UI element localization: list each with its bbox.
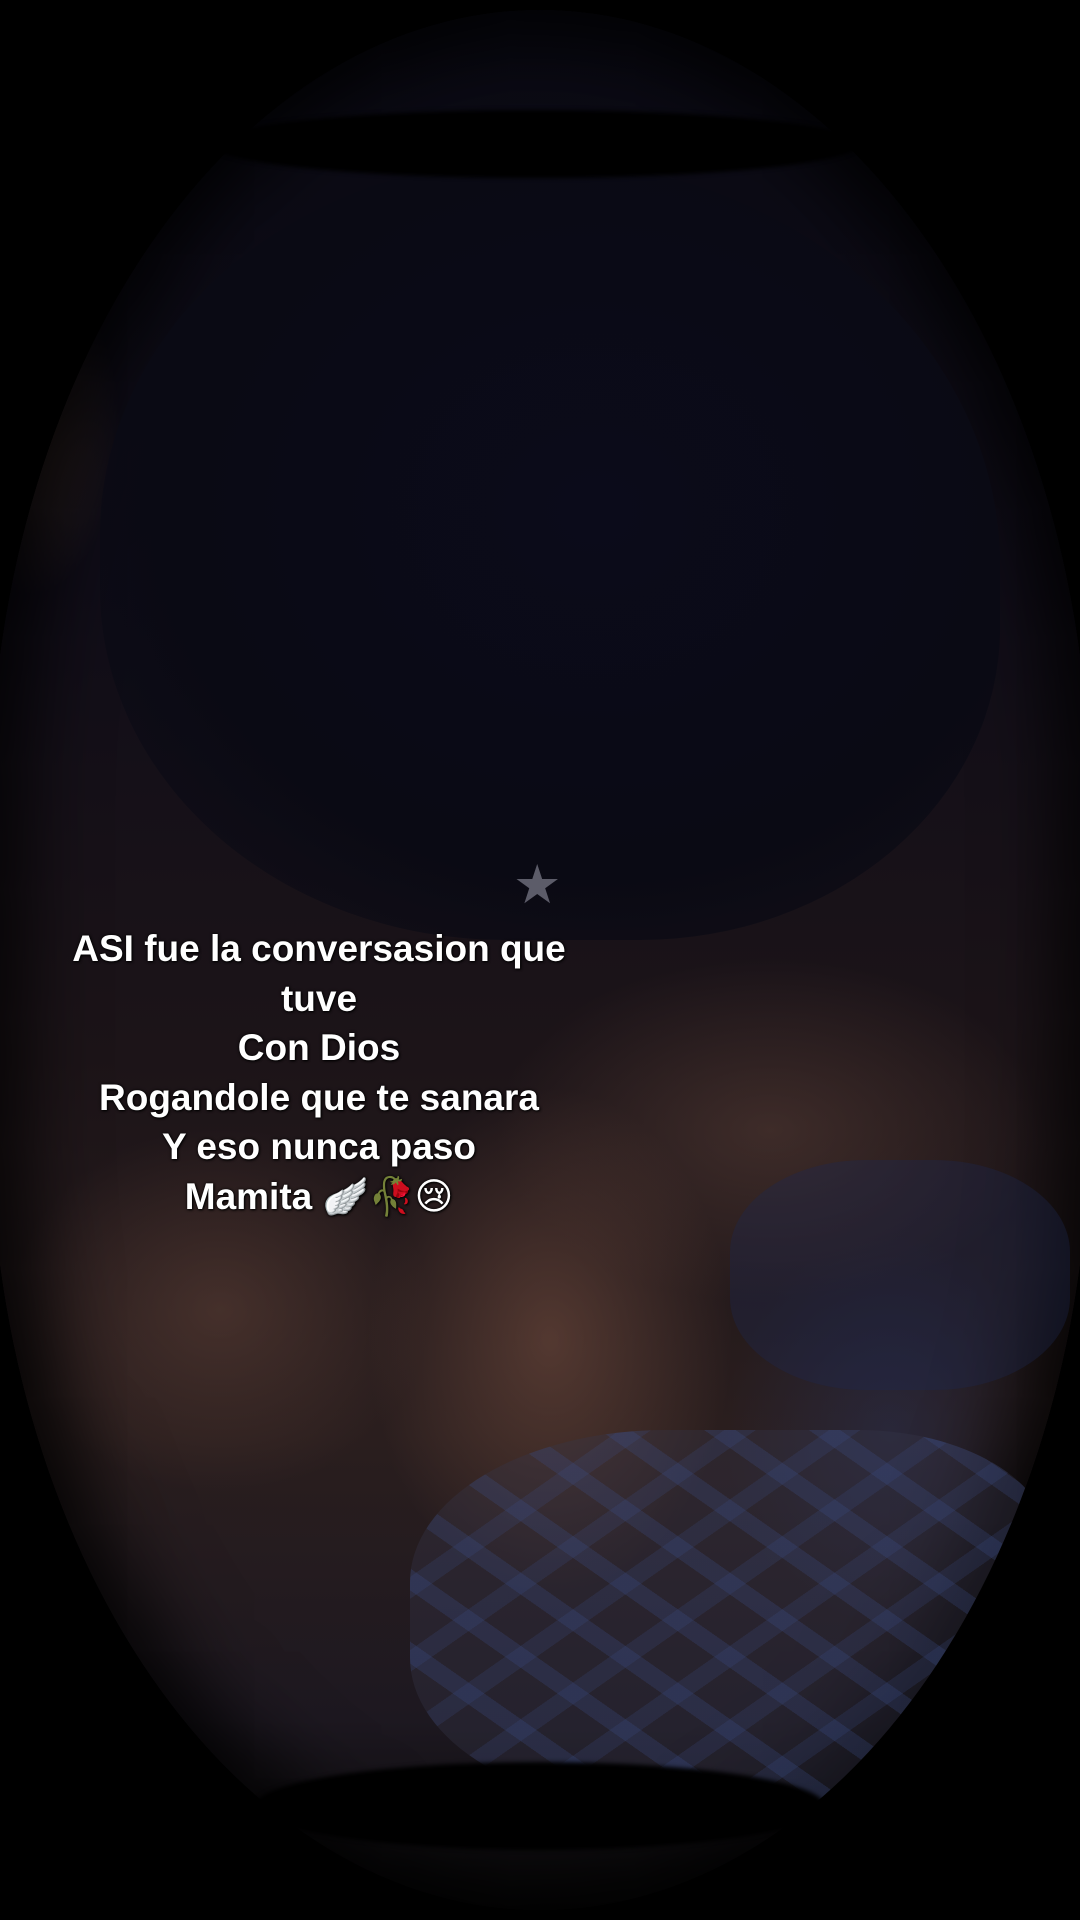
- caption-line-6: Mamita 🪽🥀😢: [30, 1172, 608, 1222]
- hospital-gown-region: [410, 1430, 1050, 1810]
- caption-line-6-text: Mamita: [184, 1175, 313, 1217]
- dark-hair-region: [100, 160, 1000, 940]
- sleeve-region: [730, 1160, 1070, 1390]
- caption-line-5: Y eso nunca paso: [162, 1126, 476, 1167]
- caption-text: ASI fue la conversasion que tuve Con Dio…: [30, 924, 608, 1221]
- caption-line-1: ASI fue la conversasion que: [72, 928, 566, 969]
- caption-line-3: Con Dios: [237, 1027, 401, 1068]
- caption-line-4: Rogandole que te sanara: [99, 1076, 539, 1118]
- star-icon: ★: [513, 853, 562, 916]
- bottom-black-bar: [255, 1762, 825, 1850]
- caption-line-2: tuve: [280, 977, 358, 1019]
- top-black-bar: [210, 110, 860, 178]
- video-frame: ★ ASI fue la conversasion que tuve Con D…: [0, 0, 1080, 1920]
- wing-rose-crying-emoji-icon: 🪽🥀😢: [322, 1174, 454, 1218]
